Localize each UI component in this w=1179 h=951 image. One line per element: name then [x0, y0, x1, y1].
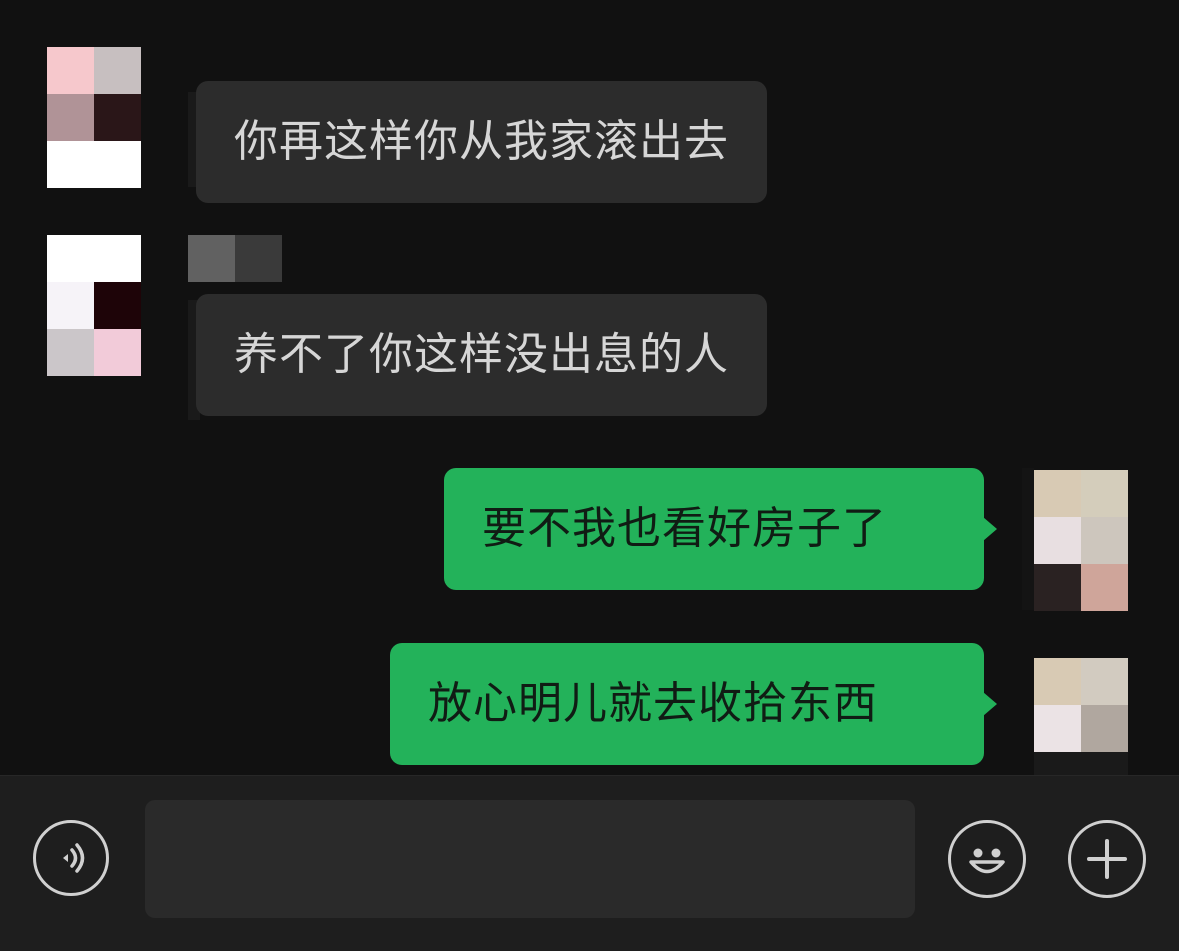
sender-name: [188, 235, 282, 282]
emoji-button[interactable]: [948, 820, 1026, 898]
incoming-message-bubble[interactable]: 养不了你这样没出息的人: [196, 294, 767, 416]
chat-screen: 你再这样你从我家滚出去 养不了你这样没出息的人 要不我也看好房子了 放心明儿就去…: [0, 0, 1179, 951]
input-bar: [0, 775, 1179, 951]
contact-avatar[interactable]: [47, 47, 141, 188]
contact-avatar[interactable]: [47, 235, 141, 376]
incoming-message-bubble[interactable]: 你再这样你从我家滚出去: [196, 81, 767, 203]
outgoing-message-bubble[interactable]: 要不我也看好房子了: [444, 468, 997, 590]
message-list[interactable]: 你再这样你从我家滚出去 养不了你这样没出息的人 要不我也看好房子了 放心明儿就去…: [0, 0, 1179, 775]
my-avatar[interactable]: [1034, 470, 1128, 611]
message-text: 要不我也看好房子了: [482, 503, 887, 554]
message-text: 你再这样你从我家滚出去: [234, 116, 729, 167]
outgoing-message-bubble[interactable]: 放心明儿就去收拾东西: [390, 643, 997, 765]
message-text: 养不了你这样没出息的人: [234, 329, 729, 380]
plus-icon: [1087, 839, 1127, 879]
message-input[interactable]: [145, 800, 915, 918]
message-text: 放心明儿就去收拾东西: [428, 678, 878, 729]
voice-icon: [63, 843, 85, 873]
my-avatar[interactable]: [1034, 658, 1128, 775]
voice-button[interactable]: [33, 820, 109, 896]
more-button[interactable]: [1068, 820, 1146, 898]
emoji-icon: [969, 848, 1005, 874]
